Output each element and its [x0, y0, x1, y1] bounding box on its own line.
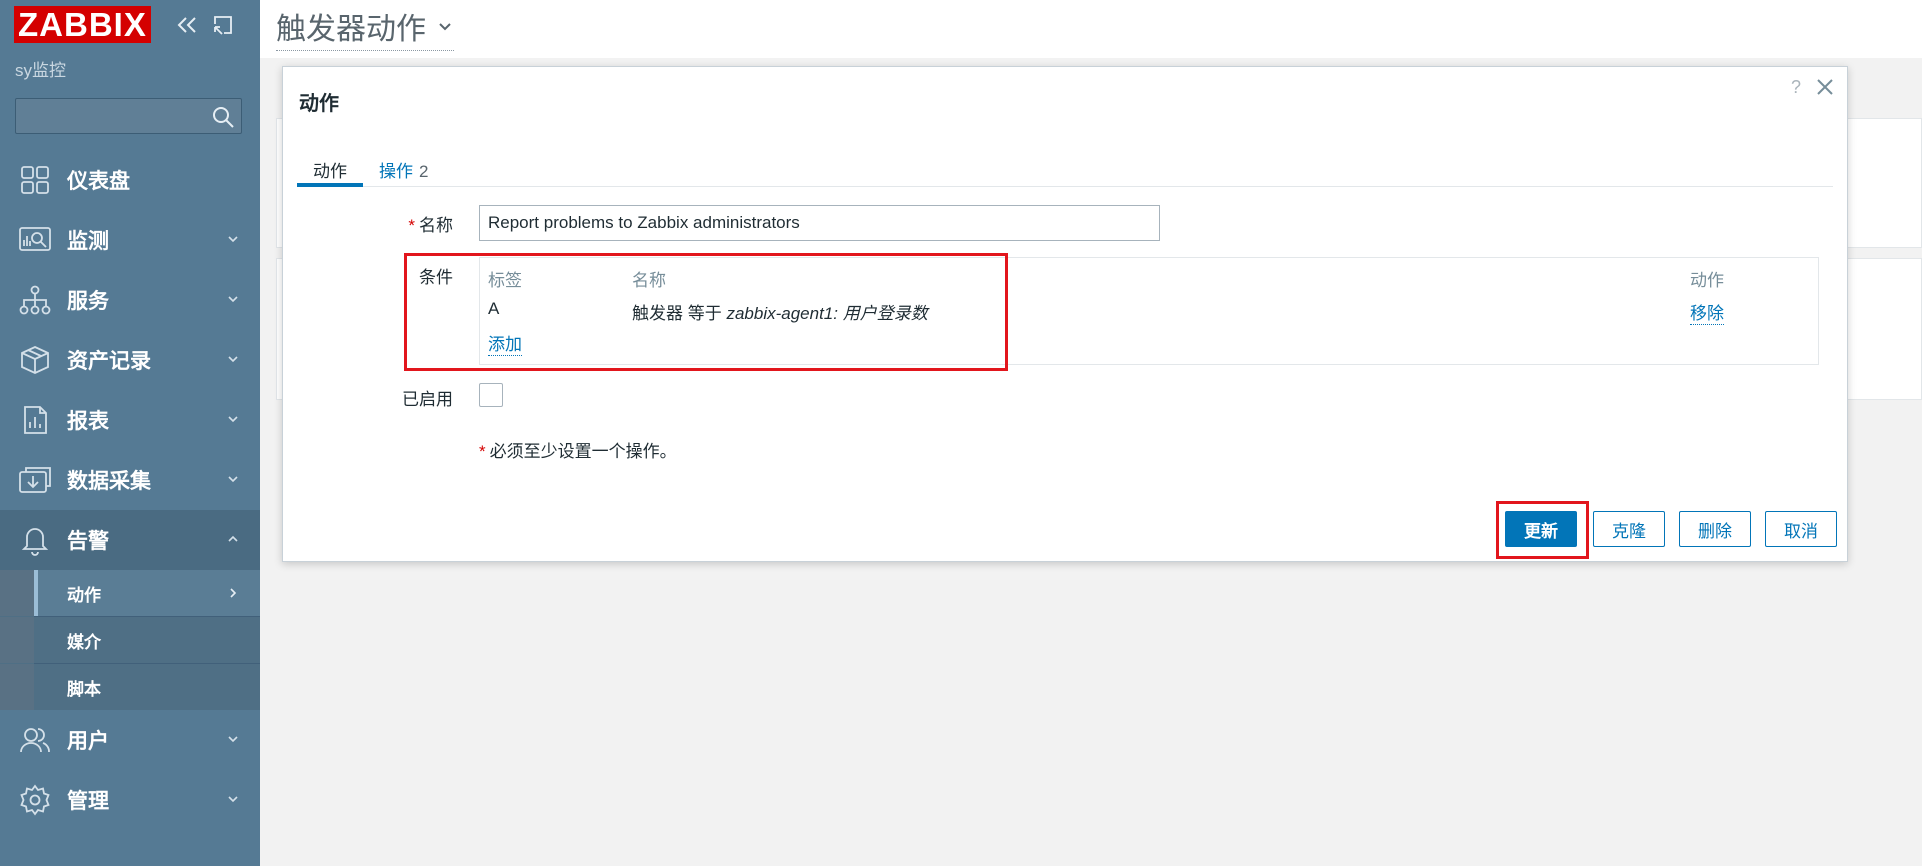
chevron-down-icon: [228, 476, 238, 483]
services-icon: [17, 282, 53, 318]
menu-item-monitoring[interactable]: 监测: [0, 210, 260, 270]
chevron-down-icon: [439, 23, 451, 31]
menu-item-reports[interactable]: 报表: [0, 390, 260, 450]
tab-label: 动作: [313, 162, 347, 181]
main-menu: 仪表盘 监测 服务 资产记录 报表 数据采集 告警 动作 媒介 脚本 用户 管理: [0, 150, 260, 830]
menu-label: 仪表盘: [67, 170, 130, 193]
submenu-label: 媒介: [67, 632, 101, 652]
alerts-bell-icon: [17, 522, 53, 558]
submenu-label: 脚本: [67, 679, 101, 699]
action-name-input[interactable]: [479, 205, 1160, 241]
menu-item-data-collection[interactable]: 数据采集: [0, 450, 260, 510]
submenu-item-actions[interactable]: 动作: [0, 570, 260, 616]
menu-label: 资产记录: [67, 350, 151, 373]
administration-gear-icon: [17, 782, 53, 818]
dashboard-icon: [17, 162, 53, 198]
cancel-button[interactable]: 取消: [1765, 511, 1837, 547]
inventory-icon: [17, 342, 53, 378]
dialog-tabs: 动作 操作 2: [297, 151, 1833, 187]
menu-label: 用户: [67, 730, 109, 753]
chevron-down-icon: [228, 356, 238, 363]
submenu-item-media[interactable]: 媒介: [0, 617, 260, 663]
column-header-tag: 标签: [488, 271, 522, 290]
menu-item-inventory[interactable]: 资产记录: [0, 330, 260, 390]
tab-operations[interactable]: 操作 2: [363, 151, 444, 187]
tab-count: 2: [419, 162, 429, 181]
chevron-down-icon: [228, 416, 238, 423]
collapse-sidebar-icon[interactable]: [174, 12, 200, 38]
search-input[interactable]: [16, 99, 206, 133]
conditions-label: 条件: [419, 268, 453, 287]
add-condition-link[interactable]: 添加: [488, 330, 522, 356]
menu-label: 报表: [67, 410, 109, 433]
remove-condition-link[interactable]: 移除: [1690, 299, 1724, 325]
delete-button[interactable]: 删除: [1679, 511, 1751, 547]
search-icon[interactable]: [211, 105, 235, 129]
page-header: 触发器动作: [260, 0, 1922, 58]
submenu-item-scripts[interactable]: 脚本: [0, 664, 260, 710]
dialog-title: 动作: [299, 93, 339, 115]
chevron-right-icon: [230, 588, 237, 598]
required-marker: *: [479, 442, 486, 461]
server-name: sy监控: [15, 61, 66, 80]
update-button[interactable]: 更新: [1505, 511, 1577, 547]
condition-prefix: 触发器 等于: [632, 304, 727, 323]
menu-item-users[interactable]: 用户: [0, 710, 260, 770]
submenu-label: 动作: [67, 585, 101, 605]
menu-item-administration[interactable]: 管理: [0, 770, 260, 830]
page-title: 触发器动作: [276, 13, 426, 46]
chevron-down-icon: [228, 736, 238, 743]
menu-label: 监测: [67, 230, 109, 253]
condition-value: zabbix-agent1: 用户登录数: [726, 304, 928, 323]
required-marker: *: [408, 216, 415, 235]
sidebar: ZABBIX sy监控 仪表盘 监测 服务 资产记录 报表 数据采集 告警 动作…: [0, 0, 260, 866]
column-header-name: 名称: [632, 271, 666, 290]
chevron-down-icon: [228, 796, 238, 803]
menu-item-services[interactable]: 服务: [0, 270, 260, 330]
enabled-label: 已启用: [402, 390, 453, 409]
chevron-up-icon: [228, 535, 238, 542]
menu-label: 服务: [67, 290, 109, 313]
zabbix-logo[interactable]: ZABBIX: [14, 6, 151, 43]
chevron-down-icon: [228, 236, 238, 243]
page-title-dropdown[interactable]: 触发器动作: [276, 4, 454, 51]
menu-label: 告警: [67, 530, 109, 553]
column-header-action: 动作: [1690, 271, 1724, 290]
menu-label: 管理: [67, 790, 109, 813]
help-icon[interactable]: ?: [1791, 77, 1801, 98]
condition-name: 触发器 等于 zabbix-agent1: 用户登录数: [632, 299, 928, 324]
sidebar-search: [15, 98, 242, 134]
chevron-down-icon: [228, 296, 238, 303]
menu-label: 数据采集: [67, 470, 151, 493]
kiosk-mode-icon[interactable]: [210, 12, 236, 38]
tab-label: 操作: [379, 162, 413, 181]
users-icon: [17, 722, 53, 758]
condition-tag: A: [488, 299, 500, 318]
monitoring-icon: [17, 222, 53, 258]
action-dialog: 动作 ? 动作 操作2 *名称 条件 标签 名称 动作 A 触发器 等于 zab…: [282, 66, 1848, 562]
required-operation-note: * 必须至少设置一个操作。: [479, 442, 677, 461]
close-icon[interactable]: [1813, 75, 1837, 99]
name-label: * 名称: [408, 216, 453, 235]
menu-item-dashboard[interactable]: 仪表盘: [0, 150, 260, 210]
enabled-checkbox[interactable]: [479, 383, 503, 407]
data-collection-icon: [17, 462, 53, 498]
tab-action[interactable]: 动作: [297, 151, 363, 187]
clone-button[interactable]: 克隆: [1593, 511, 1665, 547]
menu-item-alerts[interactable]: 告警: [0, 510, 260, 570]
conditions-table: 标签 名称 动作 A 触发器 等于 zabbix-agent1: 用户登录数 移…: [479, 257, 1819, 365]
reports-icon: [17, 402, 53, 438]
alerts-submenu: 动作 媒介 脚本: [0, 570, 260, 710]
